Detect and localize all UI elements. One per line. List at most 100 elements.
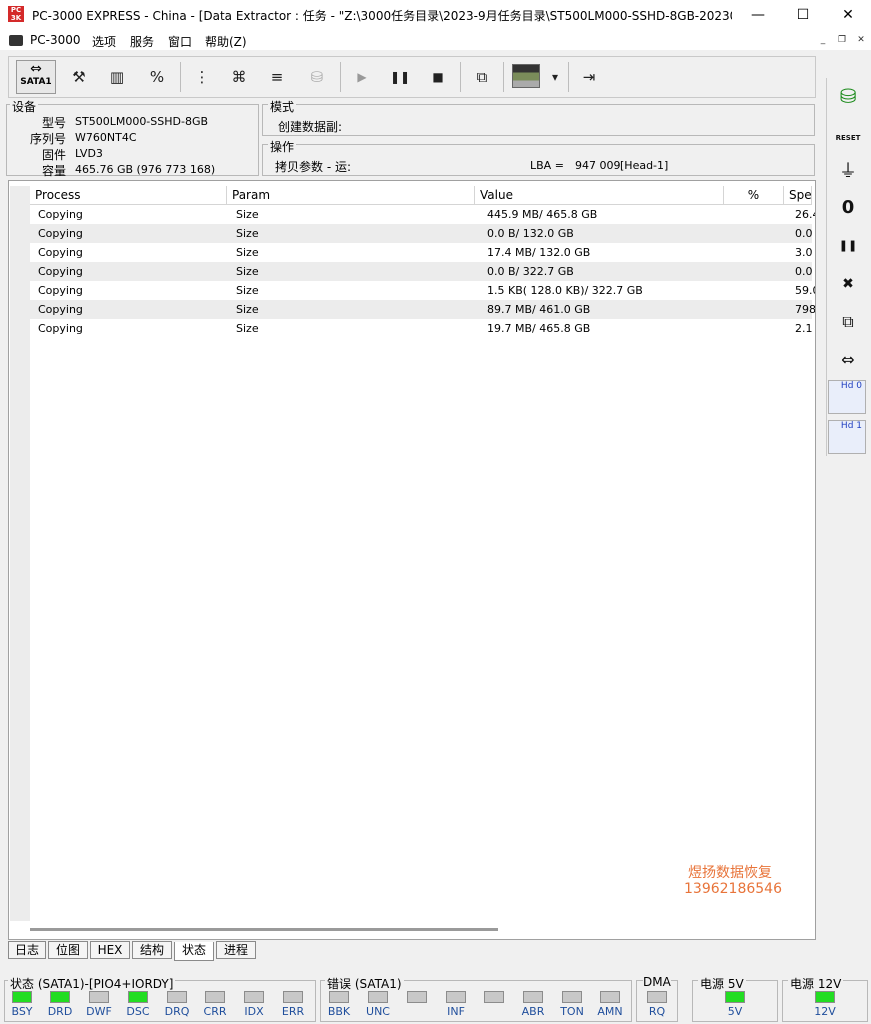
hd1-label: Hd 1 [840, 421, 862, 431]
toolbar-separator [180, 62, 181, 92]
tab-log[interactable]: 日志 [8, 941, 46, 959]
menu-window[interactable]: 窗口 [168, 33, 192, 50]
hd1-button[interactable]: Hd 1 [828, 420, 866, 454]
param-cell: Size [236, 322, 259, 335]
menu-service[interactable]: 服务 [130, 33, 154, 50]
maximize-button[interactable]: ☐ [780, 0, 826, 30]
pause-icon[interactable]: ❚❚ [832, 230, 864, 262]
mdi-restore-button[interactable]: ❐ [836, 34, 848, 46]
hd0-button[interactable]: Hd 0 [828, 380, 866, 414]
app-menu-icon[interactable] [9, 35, 23, 46]
error-blank2-led [407, 991, 427, 1003]
percent-cell [724, 281, 784, 300]
table-row[interactable]: Copying Size 1.5 KB( 128.0 KB)/ 322.7 GB 59… [30, 281, 815, 300]
horizontal-scrollbar[interactable] [30, 928, 498, 931]
dropdown-arrow-icon[interactable]: ▾ [538, 62, 572, 92]
firmware-value: LVD3 [75, 147, 103, 160]
zero-icon[interactable]: 0 [832, 192, 864, 224]
value-cell: 19.7 MB/ 465.8 GB [487, 322, 591, 335]
menu-options[interactable]: 选项 [92, 33, 116, 50]
tools-icon[interactable]: ⚒ [62, 62, 96, 92]
sata-dsc-led [128, 991, 148, 1003]
table-row[interactable]: Copying Size 0.0 B/ 132.0 GB 0.0 [30, 224, 813, 243]
speed-cell: 3.0 [795, 246, 813, 259]
speed-cell: 798 [795, 303, 815, 316]
database-add-icon[interactable]: ⛁ [832, 80, 864, 112]
speed-cell: 26.4 [795, 208, 815, 221]
stop-icon[interactable]: ■ [421, 62, 455, 92]
sata-connector-icon: ⇔ [30, 61, 42, 77]
table-row[interactable]: Copying Size 19.7 MB/ 465.8 GB 2.1 [30, 319, 813, 338]
table-row[interactable]: Copying Size 89.7 MB/ 461.0 GB 798 [30, 300, 815, 319]
model-label: 型号 [42, 116, 67, 130]
power-plug-icon[interactable]: ⏚ [832, 156, 864, 188]
tab-process[interactable]: 进程 [216, 941, 256, 959]
sata-port-button[interactable]: ⇔ SATA1 [16, 60, 56, 94]
disk-stack-icon[interactable]: ≡ [260, 62, 294, 92]
table-row[interactable]: Copying Size 0.0 B/ 322.7 GB 0.0 [30, 262, 813, 281]
mdi-minimize-button[interactable]: _ [817, 34, 829, 46]
minimize-button[interactable]: — [735, 0, 781, 30]
power-5v-label: 5V [727, 1005, 743, 1018]
error-abr-label: ABR [521, 1005, 545, 1018]
sata-idx-label: IDX [244, 1005, 264, 1018]
error-unc-led [368, 991, 388, 1003]
disk-gear-icon[interactable]: ⛁ [300, 62, 334, 92]
param-cell: Size [236, 208, 259, 221]
table-row[interactable]: Copying Size 17.4 MB/ 132.0 GB 3.0 [30, 243, 813, 262]
head-value: [Head-1] [620, 159, 669, 172]
col-process[interactable]: Process [30, 186, 227, 205]
process-cell: Copying [38, 303, 83, 316]
tab-structure[interactable]: 结构 [132, 941, 172, 959]
copy-windows-icon[interactable]: ⧉ [465, 62, 499, 92]
error-bbk-label: BBK [327, 1005, 351, 1018]
percent-chip-icon[interactable]: % [140, 62, 174, 92]
tab-status[interactable]: 状态 [174, 942, 214, 961]
process-cell: Copying [38, 246, 83, 259]
lba-label: LBA = [530, 159, 564, 172]
col-param[interactable]: Param [227, 186, 475, 205]
menu-help[interactable]: 帮助(Z) [205, 33, 247, 50]
value-cell: 0.0 B/ 132.0 GB [487, 227, 574, 240]
col-speed[interactable]: Spe [784, 186, 812, 205]
sector-delete-icon[interactable]: ✖ [832, 268, 864, 300]
hd0-label: Hd 0 [840, 381, 862, 391]
error-ton-label: TON [560, 1005, 584, 1018]
exit-icon[interactable]: ⇥ [572, 62, 606, 92]
col-percent[interactable]: % [724, 186, 784, 205]
sata-err-led [283, 991, 303, 1003]
tab-hex[interactable]: HEX [90, 941, 130, 959]
chip-icon[interactable]: ▥ [100, 62, 134, 92]
col-value[interactable]: Value [475, 186, 724, 205]
capacity-value: 465.76 GB (976 773 168) [75, 163, 216, 176]
mode-group-title: 模式 [268, 98, 297, 115]
speed-cell: 0.0 [795, 265, 813, 278]
drive-tree-icon[interactable]: ⋮ [185, 62, 219, 92]
param-cell: Size [236, 265, 259, 278]
sata-bsy-label: BSY [11, 1005, 33, 1018]
power-12v-led [815, 991, 835, 1003]
play-icon[interactable]: ▶ [345, 62, 379, 92]
sata-crr-led [205, 991, 225, 1003]
close-button[interactable]: ✕ [825, 0, 871, 30]
toolbar-separator [503, 62, 504, 92]
reset-icon[interactable]: RESET [832, 118, 864, 150]
copy-delete-icon[interactable]: ⧉ [832, 306, 864, 338]
percent-cell [724, 262, 784, 281]
sata-status-title: 状态 (SATA1)-[PIO4+IORDY] [8, 975, 176, 992]
menu-pc3000[interactable]: PC-3000 [30, 33, 80, 47]
lba-value: 947 009 [575, 159, 621, 172]
tab-bitmap[interactable]: 位图 [48, 941, 88, 959]
sata-dwf-led [89, 991, 109, 1003]
pause-icon[interactable]: ❚❚ [383, 62, 417, 92]
binoculars-icon[interactable]: ⌘ [222, 62, 256, 92]
mdi-close-button[interactable]: ✕ [855, 34, 867, 46]
sata-connector-icon[interactable]: ⇔ [832, 344, 864, 376]
table-row[interactable]: Copying Size 445.9 MB/ 465.8 GB 26.4 [30, 205, 815, 224]
process-cell: Copying [38, 208, 83, 221]
image-icon[interactable] [512, 64, 540, 88]
watermark-name: 煜扬数据恢复 [688, 865, 772, 881]
sata-drd-label: DRD [47, 1005, 73, 1018]
speed-cell: 59.0 [795, 284, 815, 297]
power-12v-title: 电源 12V [788, 975, 844, 992]
